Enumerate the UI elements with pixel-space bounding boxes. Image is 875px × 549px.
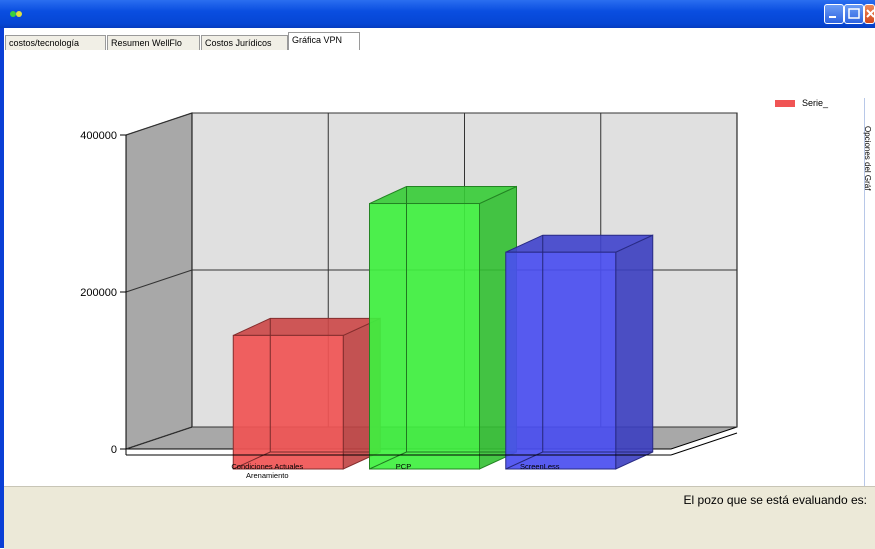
x-category-label: PCP [396,462,411,471]
minimize-icon [829,16,836,18]
chart-options-panel[interactable]: Opciones del Gráf [863,98,875,504]
tab-resumen-wellflo[interactable]: Resumen WellFlo [107,35,200,50]
legend-label: Serie_ [802,98,829,108]
legend-swatch [775,100,795,107]
chart-options-label: Opciones del Gráf [863,126,872,191]
app-window: costos/tecnología Resumen WellFlo Costos… [0,0,875,549]
tab-strip: costos/tecnología Resumen WellFlo Costos… [4,32,875,51]
close-button[interactable] [864,4,875,24]
maximize-button[interactable] [844,4,864,24]
close-icon [866,9,875,18]
maximize-icon [848,8,860,19]
x-category-label: Condiciones Actuales [231,462,303,471]
y-tick-label: 200000 [80,287,117,299]
tab-costos-juridicos[interactable]: Costos Jurídicos [201,35,288,50]
bar-side [615,234,654,470]
y-tick-label: 0 [111,444,117,456]
minimize-button[interactable] [824,4,844,24]
x-category-label: ScreenLess [520,462,560,471]
status-panel: El pozo que se está evaluando es: [4,486,875,549]
x-category-label: Arenamiento [246,471,289,480]
bar [369,203,480,470]
tab-page-grafica-vpn: 0 200000 400000 Condiciones Actuales Arenami… [4,50,875,506]
y-tick-label: 400000 [80,130,117,142]
client-area: costos/tecnología Resumen WellFlo Costos… [4,28,875,549]
tab-grafica-vpn[interactable]: Gráfica VPN [288,32,360,51]
vpn-chart: 0 200000 400000 Condiciones ActualesArenami… [80,112,738,480]
title-bar[interactable] [0,0,875,28]
app-icon [10,11,22,17]
bar [232,334,344,470]
bar [505,251,617,470]
tab-costos-tecnologia[interactable]: costos/tecnología [5,35,106,50]
status-text: El pozo que se está evaluando es: [683,493,867,507]
